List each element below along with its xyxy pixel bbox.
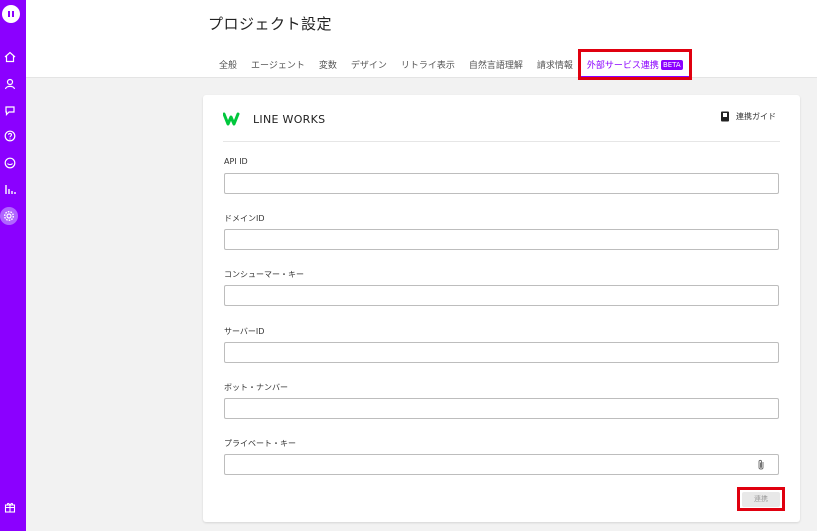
- message-icon[interactable]: [3, 156, 17, 170]
- card-header: LINE WORKS: [223, 109, 325, 129]
- tab-nlu[interactable]: 自然言語理解: [462, 51, 530, 78]
- app-logo[interactable]: [2, 5, 20, 23]
- integration-guide-label: 連携ガイド: [736, 112, 776, 121]
- api-id-input[interactable]: [224, 173, 779, 194]
- home-icon[interactable]: [3, 50, 17, 64]
- book-icon: [721, 111, 729, 122]
- private-key-label: プライベート・キー: [224, 439, 296, 448]
- domain-id-input[interactable]: [224, 229, 779, 250]
- connect-button[interactable]: 連携: [742, 491, 780, 507]
- tab-billing[interactable]: 請求情報: [530, 51, 580, 78]
- server-id-input[interactable]: [224, 342, 779, 363]
- tab-external-services-label: 外部サービス連携: [586, 61, 659, 71]
- consumer-key-input[interactable]: [224, 285, 779, 306]
- private-key-input[interactable]: [224, 454, 779, 475]
- sidebar: [0, 0, 26, 531]
- server-id-label: サーバーID: [224, 327, 265, 336]
- domain-id-label: ドメインID: [224, 214, 265, 223]
- paperclip-icon[interactable]: [756, 459, 766, 471]
- bot-number-label: ボット・ナンバー: [224, 383, 288, 392]
- page-title: プロジェクト設定: [208, 15, 333, 33]
- tab-design[interactable]: デザイン: [344, 51, 394, 78]
- chart-icon[interactable]: [3, 182, 17, 196]
- integration-guide-link[interactable]: 連携ガイド: [720, 111, 776, 122]
- divider: [223, 141, 780, 142]
- chat-icon[interactable]: [3, 103, 17, 117]
- tab-general[interactable]: 全般: [212, 51, 244, 78]
- beta-badge: BETA: [660, 60, 683, 70]
- line-works-logo: [223, 112, 240, 126]
- tab-bar: 全般 エージェント 変数 デザイン リトライ表示 自然言語理解 請求情報 外部サ…: [212, 49, 692, 80]
- integration-card: LINE WORKS 連携ガイド API ID ドメインID コンシューマー・キ…: [203, 95, 800, 522]
- gift-icon[interactable]: [3, 500, 17, 514]
- submit-highlight: 連携: [737, 487, 785, 511]
- bot-number-input[interactable]: [224, 398, 779, 419]
- tab-agents[interactable]: エージェント: [244, 51, 312, 78]
- consumer-key-label: コンシューマー・キー: [224, 270, 304, 279]
- api-id-label: API ID: [224, 157, 248, 166]
- card-title: LINE WORKS: [253, 112, 326, 126]
- tab-external-services[interactable]: 外部サービス連携 BETA: [577, 49, 692, 80]
- settings-icon[interactable]: [0, 207, 18, 225]
- tab-retry-display[interactable]: リトライ表示: [394, 51, 462, 78]
- page-header: プロジェクト設定 全般 エージェント 変数 デザイン リトライ表示 自然言語理解…: [26, 0, 817, 80]
- help-icon[interactable]: [3, 129, 17, 143]
- tab-variables[interactable]: 変数: [312, 51, 344, 78]
- user-icon[interactable]: [3, 77, 17, 91]
